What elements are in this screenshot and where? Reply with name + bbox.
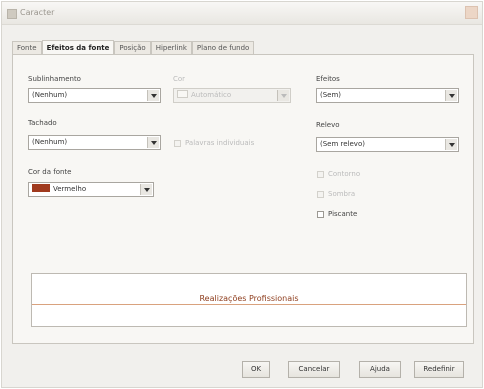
font-color-value: Vermelho	[53, 185, 87, 193]
close-icon[interactable]	[465, 6, 478, 19]
character-dialog: Caracter Fonte Efeitos da fonte Posição …	[1, 1, 483, 388]
chevron-down-icon[interactable]	[277, 90, 289, 101]
reset-button[interactable]: Redefinir	[414, 361, 464, 378]
chevron-down-icon[interactable]	[147, 137, 159, 148]
individual-words-checkbox[interactable]	[174, 140, 181, 147]
relief-value: (Sem)	[320, 91, 342, 99]
tab-bar: Fonte Efeitos da fonte Posição Hiperlink…	[12, 40, 255, 55]
underline-color-label: Cor	[173, 75, 186, 83]
underline-color-value: Automático	[191, 91, 232, 99]
tab-font-effects[interactable]: Efeitos da fonte	[41, 40, 115, 55]
font-color-label: Cor da fonte	[28, 168, 72, 176]
underline-label: Sublinhamento	[28, 75, 81, 83]
outline-checkbox[interactable]	[317, 171, 324, 178]
tab-position[interactable]: Posição	[114, 41, 151, 54]
strikethrough-label: Tachado	[28, 119, 57, 127]
emphasis-value: (Sem relevo)	[320, 140, 365, 148]
individual-words-label: Palavras individuais	[185, 139, 255, 147]
help-button[interactable]: Ajuda	[359, 361, 401, 378]
outline-label: Contorno	[328, 170, 361, 178]
chevron-down-icon[interactable]	[140, 184, 152, 195]
tab-font[interactable]: Fonte	[12, 41, 42, 54]
font-effects-panel: Sublinhamento (Nenhum) Tachado (Nenhum) …	[12, 54, 474, 344]
underline-select[interactable]: (Nenhum)	[28, 88, 161, 103]
app-icon	[7, 9, 17, 19]
tab-hyperlink[interactable]: Hiperlink	[150, 41, 192, 54]
strikethrough-select[interactable]: (Nenhum)	[28, 135, 161, 150]
shadow-label: Sombra	[328, 190, 356, 198]
relief-select[interactable]: (Sem)	[316, 88, 459, 103]
underline-value: (Nenhum)	[32, 91, 68, 99]
preview-baseline	[32, 304, 466, 305]
tab-background[interactable]: Plano de fundo	[191, 41, 255, 54]
preview-box: Realizações Profissionais	[31, 273, 467, 327]
ok-button[interactable]: OK	[242, 361, 270, 378]
shadow-checkbox[interactable]	[317, 191, 324, 198]
preview-text: Realizações Profissionais	[199, 294, 299, 303]
emphasis-label: Relevo	[316, 121, 340, 129]
strikethrough-value: (Nenhum)	[32, 138, 68, 146]
blinking-label: Piscante	[328, 210, 358, 218]
window-title: Caracter	[20, 8, 55, 17]
chevron-down-icon[interactable]	[445, 139, 457, 150]
color-swatch	[32, 184, 50, 192]
chevron-down-icon[interactable]	[445, 90, 457, 101]
relief-label: Efeitos	[316, 75, 340, 83]
cancel-button[interactable]: Cancelar	[288, 361, 340, 378]
emphasis-select[interactable]: (Sem relevo)	[316, 137, 459, 152]
underline-color-select[interactable]: Automático	[173, 88, 291, 103]
title-bar: Caracter	[2, 2, 482, 25]
color-swatch	[177, 90, 188, 98]
blinking-checkbox[interactable]	[317, 211, 324, 218]
font-color-select[interactable]: Vermelho	[28, 182, 154, 197]
chevron-down-icon[interactable]	[147, 90, 159, 101]
